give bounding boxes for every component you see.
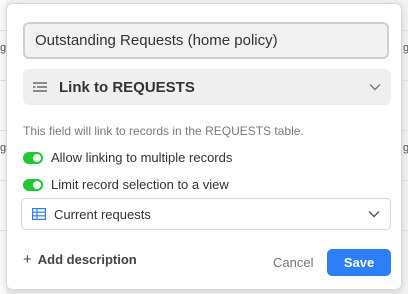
- background-row-divider: [402, 80, 408, 81]
- allow-multiple-records-label: Allow linking to multiple records: [51, 150, 233, 165]
- toggle-knob: [33, 180, 41, 189]
- toggle-knob: [33, 153, 41, 162]
- grid-view-icon: [32, 208, 46, 220]
- chevron-down-icon: [368, 211, 380, 218]
- field-editor-dialog: Link to REQUESTS This field will link to…: [6, 3, 402, 290]
- background-row-divider: [402, 230, 408, 231]
- view-select-label: Current requests: [54, 206, 151, 222]
- background-row-divider: [402, 30, 408, 31]
- add-description-button[interactable]: + Add description: [23, 252, 137, 267]
- chevron-down-icon: [369, 84, 381, 91]
- allow-multiple-records-option[interactable]: Allow linking to multiple records: [23, 150, 232, 165]
- field-name-input[interactable]: [23, 22, 389, 59]
- background-row-divider: [402, 180, 408, 181]
- add-description-label: Add description: [37, 252, 137, 267]
- field-help-text: This field will link to records in the R…: [23, 124, 304, 138]
- limit-to-view-option[interactable]: Limit record selection to a view: [23, 177, 229, 192]
- cancel-button[interactable]: Cancel: [263, 250, 323, 276]
- field-type-label: Link to REQUESTS: [59, 78, 195, 96]
- allow-multiple-records-toggle[interactable]: [23, 151, 43, 164]
- background-cell-fragment: g: [403, 142, 408, 154]
- save-button[interactable]: Save: [327, 249, 391, 276]
- background-row-divider: [402, 130, 408, 131]
- limit-to-view-toggle[interactable]: [23, 178, 43, 191]
- plus-icon: +: [23, 251, 32, 268]
- link-lines-icon: [33, 82, 47, 92]
- view-select[interactable]: Current requests: [21, 198, 391, 230]
- limit-to-view-label: Limit record selection to a view: [51, 177, 229, 192]
- background-cell-fragment: g: [403, 42, 408, 54]
- field-type-select[interactable]: Link to REQUESTS: [23, 69, 391, 105]
